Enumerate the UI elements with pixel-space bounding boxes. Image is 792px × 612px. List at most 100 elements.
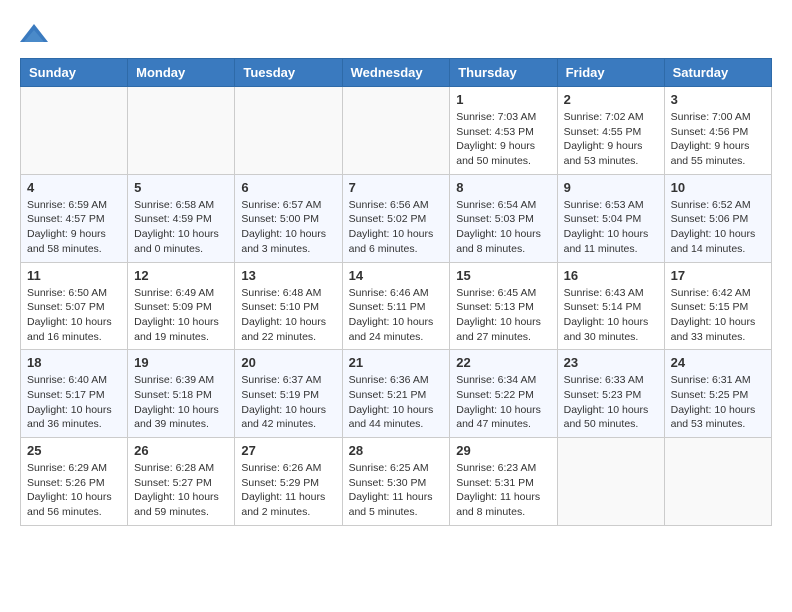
day-number: 25 bbox=[27, 443, 121, 458]
day-number: 16 bbox=[564, 268, 658, 283]
weekday-header-saturday: Saturday bbox=[664, 59, 771, 87]
calendar-day-cell: 29 Sunrise: 6:23 AM Sunset: 5:31 PM Dayli… bbox=[450, 438, 557, 526]
calendar-day-cell: 23 Sunrise: 6:33 AM Sunset: 5:23 PM Dayli… bbox=[557, 350, 664, 438]
day-number: 28 bbox=[349, 443, 444, 458]
calendar-day-cell: 20 Sunrise: 6:37 AM Sunset: 5:19 PM Dayli… bbox=[235, 350, 342, 438]
day-number: 18 bbox=[27, 355, 121, 370]
day-info: Sunrise: 6:28 AM Sunset: 5:27 PM Dayligh… bbox=[134, 461, 228, 520]
day-number: 8 bbox=[456, 180, 550, 195]
day-number: 26 bbox=[134, 443, 228, 458]
day-number: 21 bbox=[349, 355, 444, 370]
calendar-day-cell: 15Sunrise: 6:45 AM Sunset: 5:13 PM Dayli… bbox=[450, 262, 557, 350]
day-number: 14 bbox=[349, 268, 444, 283]
calendar-day-cell: 26 Sunrise: 6:28 AM Sunset: 5:27 PM Dayli… bbox=[128, 438, 235, 526]
day-info: Sunrise: 6:26 AM Sunset: 5:29 PM Dayligh… bbox=[241, 461, 335, 520]
calendar-day-cell bbox=[342, 87, 450, 175]
calendar-day-cell: 5Sunrise: 6:58 AM Sunset: 4:59 PM Daylig… bbox=[128, 174, 235, 262]
day-info: Sunrise: 6:37 AM Sunset: 5:19 PM Dayligh… bbox=[241, 373, 335, 432]
weekday-header-monday: Monday bbox=[128, 59, 235, 87]
day-number: 29 bbox=[456, 443, 550, 458]
day-info: Sunrise: 6:43 AM Sunset: 5:14 PM Dayligh… bbox=[564, 286, 658, 345]
calendar-table: SundayMondayTuesdayWednesdayThursdayFrid… bbox=[20, 58, 772, 526]
day-info: Sunrise: 6:52 AM Sunset: 5:06 PM Dayligh… bbox=[671, 198, 765, 257]
day-info: Sunrise: 6:53 AM Sunset: 5:04 PM Dayligh… bbox=[564, 198, 658, 257]
day-info: Sunrise: 6:29 AM Sunset: 5:26 PM Dayligh… bbox=[27, 461, 121, 520]
day-number: 27 bbox=[241, 443, 335, 458]
calendar-day-cell: 2 Sunrise: 7:02 AM Sunset: 4:55 PM Daylig… bbox=[557, 87, 664, 175]
weekday-header-sunday: Sunday bbox=[21, 59, 128, 87]
day-number: 4 bbox=[27, 180, 121, 195]
calendar-day-cell bbox=[128, 87, 235, 175]
day-info: Sunrise: 6:23 AM Sunset: 5:31 PM Dayligh… bbox=[456, 461, 550, 520]
logo bbox=[20, 20, 52, 48]
day-number: 22 bbox=[456, 355, 550, 370]
calendar-week-row: 11 Sunrise: 6:50 AM Sunset: 5:07 PM Dayli… bbox=[21, 262, 772, 350]
calendar-day-cell: 8 Sunrise: 6:54 AM Sunset: 5:03 PM Daylig… bbox=[450, 174, 557, 262]
day-number: 11 bbox=[27, 268, 121, 283]
day-number: 9 bbox=[564, 180, 658, 195]
weekday-header-tuesday: Tuesday bbox=[235, 59, 342, 87]
calendar-day-cell: 13Sunrise: 6:48 AM Sunset: 5:10 PM Dayli… bbox=[235, 262, 342, 350]
weekday-header-friday: Friday bbox=[557, 59, 664, 87]
day-info: Sunrise: 6:31 AM Sunset: 5:25 PM Dayligh… bbox=[671, 373, 765, 432]
day-info: Sunrise: 6:46 AM Sunset: 5:11 PM Dayligh… bbox=[349, 286, 444, 345]
calendar-day-cell: 9 Sunrise: 6:53 AM Sunset: 5:04 PM Daylig… bbox=[557, 174, 664, 262]
calendar-week-row: 1Sunrise: 7:03 AM Sunset: 4:53 PM Daylig… bbox=[21, 87, 772, 175]
calendar-day-cell bbox=[235, 87, 342, 175]
calendar-day-cell: 7 Sunrise: 6:56 AM Sunset: 5:02 PM Daylig… bbox=[342, 174, 450, 262]
day-number: 13 bbox=[241, 268, 335, 283]
calendar-day-cell: 27 Sunrise: 6:26 AM Sunset: 5:29 PM Dayli… bbox=[235, 438, 342, 526]
weekday-header-thursday: Thursday bbox=[450, 59, 557, 87]
day-number: 15 bbox=[456, 268, 550, 283]
calendar-day-cell bbox=[664, 438, 771, 526]
day-number: 7 bbox=[349, 180, 444, 195]
day-number: 20 bbox=[241, 355, 335, 370]
day-info: Sunrise: 6:39 AM Sunset: 5:18 PM Dayligh… bbox=[134, 373, 228, 432]
day-number: 5 bbox=[134, 180, 228, 195]
day-info: Sunrise: 6:33 AM Sunset: 5:23 PM Dayligh… bbox=[564, 373, 658, 432]
day-info: Sunrise: 6:25 AM Sunset: 5:30 PM Dayligh… bbox=[349, 461, 444, 520]
logo-icon bbox=[20, 20, 48, 48]
calendar-header-row: SundayMondayTuesdayWednesdayThursdayFrid… bbox=[21, 59, 772, 87]
calendar-day-cell bbox=[557, 438, 664, 526]
calendar-day-cell: 24 Sunrise: 6:31 AM Sunset: 5:25 PM Dayli… bbox=[664, 350, 771, 438]
calendar-day-cell: 25 Sunrise: 6:29 AM Sunset: 5:26 PM Dayli… bbox=[21, 438, 128, 526]
calendar-day-cell: 19Sunrise: 6:39 AM Sunset: 5:18 PM Dayli… bbox=[128, 350, 235, 438]
day-number: 12 bbox=[134, 268, 228, 283]
calendar-day-cell: 18 Sunrise: 6:40 AM Sunset: 5:17 PM Dayli… bbox=[21, 350, 128, 438]
calendar-day-cell: 21 Sunrise: 6:36 AM Sunset: 5:21 PM Dayli… bbox=[342, 350, 450, 438]
day-info: Sunrise: 6:50 AM Sunset: 5:07 PM Dayligh… bbox=[27, 286, 121, 345]
calendar-day-cell: 10 Sunrise: 6:52 AM Sunset: 5:06 PM Dayli… bbox=[664, 174, 771, 262]
calendar-day-cell: 17 Sunrise: 6:42 AM Sunset: 5:15 PM Dayli… bbox=[664, 262, 771, 350]
calendar-day-cell: 16 Sunrise: 6:43 AM Sunset: 5:14 PM Dayli… bbox=[557, 262, 664, 350]
day-number: 24 bbox=[671, 355, 765, 370]
day-number: 23 bbox=[564, 355, 658, 370]
day-number: 3 bbox=[671, 92, 765, 107]
calendar-day-cell: 14 Sunrise: 6:46 AM Sunset: 5:11 PM Dayli… bbox=[342, 262, 450, 350]
day-number: 17 bbox=[671, 268, 765, 283]
calendar-day-cell: 28 Sunrise: 6:25 AM Sunset: 5:30 PM Dayli… bbox=[342, 438, 450, 526]
day-info: Sunrise: 6:34 AM Sunset: 5:22 PM Dayligh… bbox=[456, 373, 550, 432]
day-info: Sunrise: 6:57 AM Sunset: 5:00 PM Dayligh… bbox=[241, 198, 335, 257]
calendar-day-cell: 1Sunrise: 7:03 AM Sunset: 4:53 PM Daylig… bbox=[450, 87, 557, 175]
day-number: 6 bbox=[241, 180, 335, 195]
day-info: Sunrise: 7:02 AM Sunset: 4:55 PM Dayligh… bbox=[564, 110, 658, 169]
day-info: Sunrise: 6:59 AM Sunset: 4:57 PM Dayligh… bbox=[27, 198, 121, 257]
calendar-day-cell: 3 Sunrise: 7:00 AM Sunset: 4:56 PM Daylig… bbox=[664, 87, 771, 175]
day-info: Sunrise: 7:00 AM Sunset: 4:56 PM Dayligh… bbox=[671, 110, 765, 169]
day-number: 10 bbox=[671, 180, 765, 195]
calendar-week-row: 4 Sunrise: 6:59 AM Sunset: 4:57 PM Daylig… bbox=[21, 174, 772, 262]
day-number: 2 bbox=[564, 92, 658, 107]
weekday-header-wednesday: Wednesday bbox=[342, 59, 450, 87]
calendar-week-row: 18 Sunrise: 6:40 AM Sunset: 5:17 PM Dayli… bbox=[21, 350, 772, 438]
calendar-day-cell bbox=[21, 87, 128, 175]
day-info: Sunrise: 6:54 AM Sunset: 5:03 PM Dayligh… bbox=[456, 198, 550, 257]
calendar-day-cell: 4 Sunrise: 6:59 AM Sunset: 4:57 PM Daylig… bbox=[21, 174, 128, 262]
day-info: Sunrise: 6:42 AM Sunset: 5:15 PM Dayligh… bbox=[671, 286, 765, 345]
day-info: Sunrise: 6:36 AM Sunset: 5:21 PM Dayligh… bbox=[349, 373, 444, 432]
day-info: Sunrise: 6:56 AM Sunset: 5:02 PM Dayligh… bbox=[349, 198, 444, 257]
day-number: 1 bbox=[456, 92, 550, 107]
day-info: Sunrise: 6:40 AM Sunset: 5:17 PM Dayligh… bbox=[27, 373, 121, 432]
day-info: Sunrise: 6:49 AM Sunset: 5:09 PM Dayligh… bbox=[134, 286, 228, 345]
calendar-day-cell: 11 Sunrise: 6:50 AM Sunset: 5:07 PM Dayli… bbox=[21, 262, 128, 350]
